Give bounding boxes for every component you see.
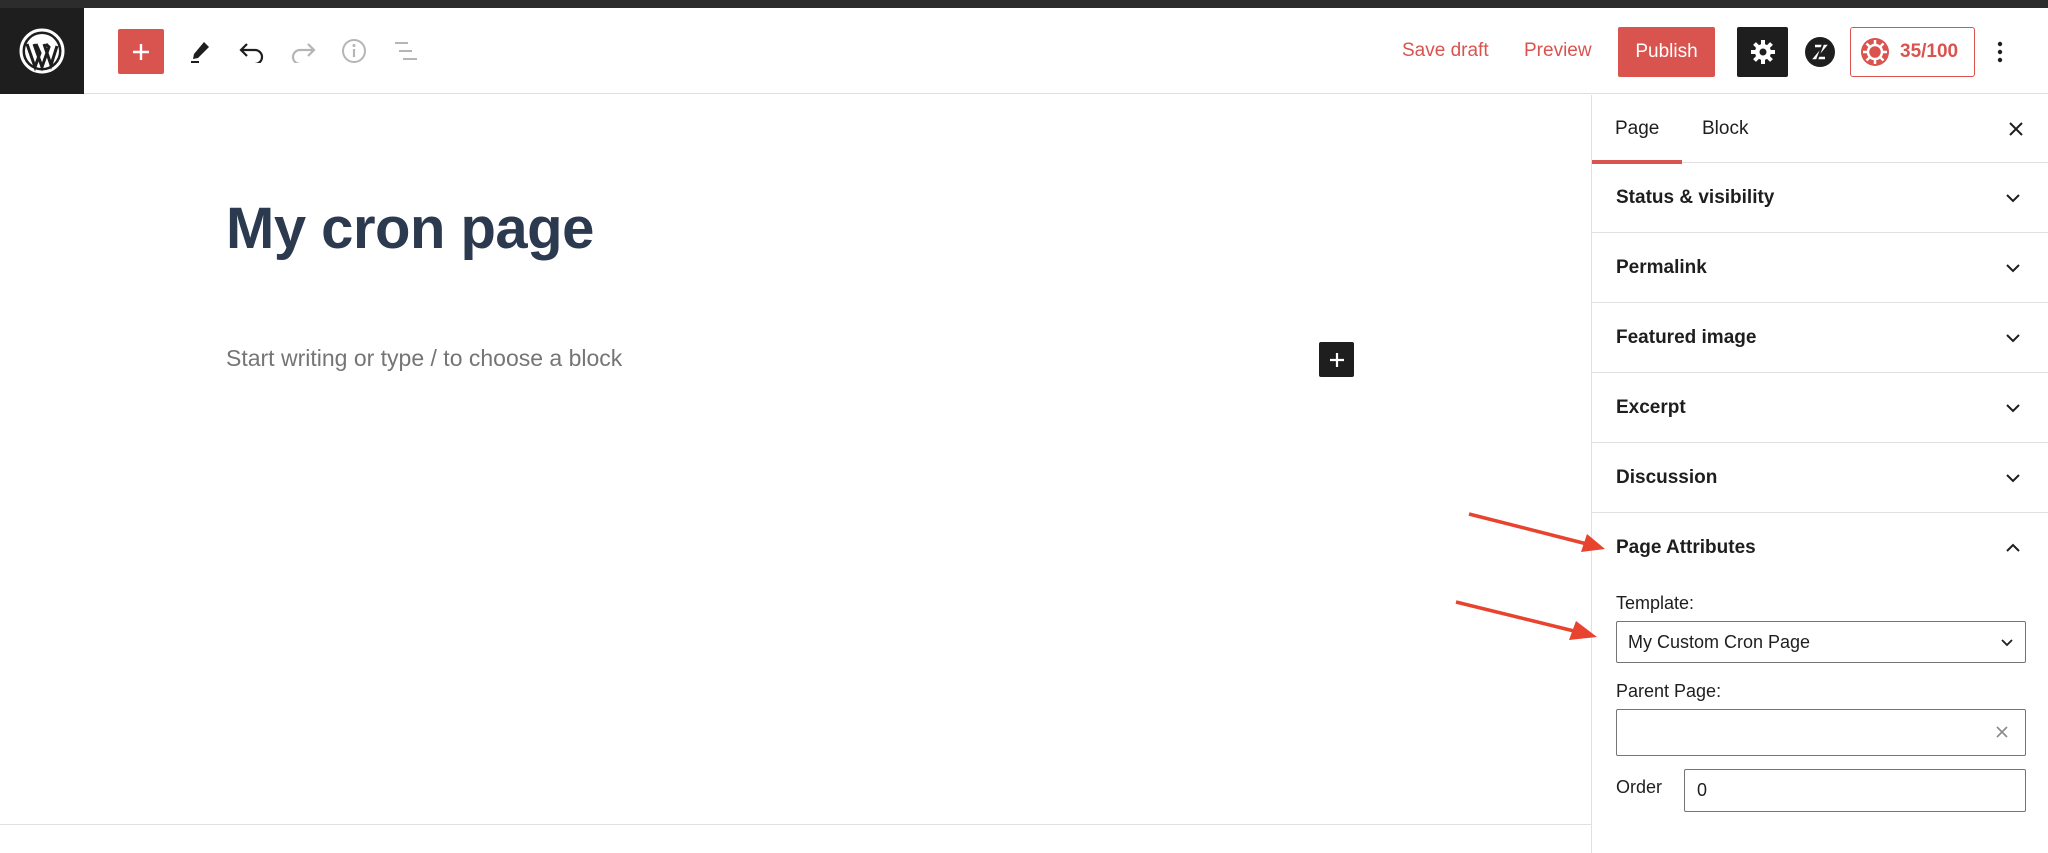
publish-label: Publish: [1635, 41, 1698, 62]
chevron-up-icon: [2006, 543, 2020, 552]
chevron-down-icon: [2001, 639, 2013, 647]
tools-button[interactable]: [178, 29, 222, 73]
save-draft-button[interactable]: Save draft: [1402, 38, 1489, 64]
wordpress-logo-icon[interactable]: [0, 8, 84, 94]
close-icon: [2009, 122, 2023, 136]
close-icon: [1996, 726, 2008, 738]
editor-toolbar: Save draft Preview Publish 35/100: [0, 8, 2048, 94]
panel-title: Featured image: [1616, 327, 1757, 348]
panel-page-attributes: Page Attributes Template: My Custom Cron…: [1592, 513, 2048, 812]
preview-button[interactable]: Preview: [1524, 38, 1592, 64]
chevron-down-icon: [2006, 474, 2020, 483]
window-top-strip: [0, 0, 2048, 8]
pencil-icon: [191, 42, 209, 63]
panel-excerpt[interactable]: Excerpt: [1592, 373, 2048, 443]
seo-score-icon: [1861, 38, 1889, 66]
chevron-down-icon: [2006, 194, 2020, 203]
panel-status-visibility[interactable]: Status & visibility: [1592, 163, 2048, 233]
publish-button[interactable]: Publish: [1618, 27, 1715, 77]
clear-parent-button[interactable]: [1993, 723, 2011, 741]
details-button[interactable]: [332, 29, 376, 73]
plus-icon: [1329, 352, 1344, 367]
panel-title: Discussion: [1616, 467, 1718, 488]
panel-title: Status & visibility: [1616, 187, 1775, 208]
redo-icon: [291, 43, 316, 63]
panel-title: Page Attributes: [1616, 537, 1756, 558]
sidebar-tabs: Page Block: [1591, 95, 2048, 164]
undo-button[interactable]: [230, 29, 274, 73]
chevron-down-icon: [2006, 264, 2020, 273]
plugin-button[interactable]: [1803, 35, 1837, 69]
panel-title: Permalink: [1616, 257, 1707, 278]
panel-title: Excerpt: [1616, 397, 1686, 418]
panel-permalink[interactable]: Permalink: [1592, 233, 2048, 303]
order-input[interactable]: 0: [1684, 769, 2026, 812]
seo-score-button[interactable]: 35/100: [1850, 27, 1975, 77]
plugin-logo-icon: [1805, 37, 1835, 67]
order-value: 0: [1697, 780, 1708, 800]
settings-button[interactable]: [1737, 27, 1788, 77]
parent-page-label: Parent Page:: [1616, 681, 1722, 701]
tab-block[interactable]: Block: [1702, 95, 1748, 163]
panel-featured-image[interactable]: Featured image: [1592, 303, 2048, 373]
editor-canvas: My cron page Start writing or type / to …: [0, 95, 1591, 825]
close-sidebar-button[interactable]: [2002, 115, 2030, 143]
post-title[interactable]: My cron page: [226, 195, 594, 262]
more-vertical-icon: [1997, 41, 2003, 63]
redo-button[interactable]: [281, 29, 325, 73]
template-select[interactable]: My Custom Cron Page: [1616, 621, 2026, 663]
add-block-button[interactable]: [118, 29, 164, 74]
info-icon: [342, 39, 366, 63]
block-placeholder[interactable]: Start writing or type / to choose a bloc…: [226, 345, 622, 372]
more-options-button[interactable]: [1986, 32, 2014, 72]
seo-score-label: 35/100: [1900, 41, 1959, 62]
panel-discussion[interactable]: Discussion: [1592, 443, 2048, 513]
list-view-button[interactable]: [384, 29, 428, 73]
settings-sidebar: Page Block Status & visibility Permalink…: [1591, 95, 2048, 853]
inline-add-block-button[interactable]: [1319, 342, 1354, 377]
order-label: Order: [1616, 777, 1663, 797]
tab-page[interactable]: Page: [1591, 95, 1683, 164]
list-view-icon: [395, 42, 417, 60]
template-select-value: My Custom Cron Page: [1628, 631, 1811, 652]
chevron-down-icon: [2006, 334, 2020, 343]
undo-icon: [239, 43, 264, 63]
template-label: Template:: [1616, 593, 1695, 613]
chevron-down-icon: [2006, 404, 2020, 413]
page-attributes-toggle[interactable]: Page Attributes: [1592, 513, 2048, 583]
parent-page-combobox[interactable]: [1616, 709, 2026, 756]
gear-icon: [1750, 40, 1775, 64]
plus-icon: [133, 43, 149, 60]
